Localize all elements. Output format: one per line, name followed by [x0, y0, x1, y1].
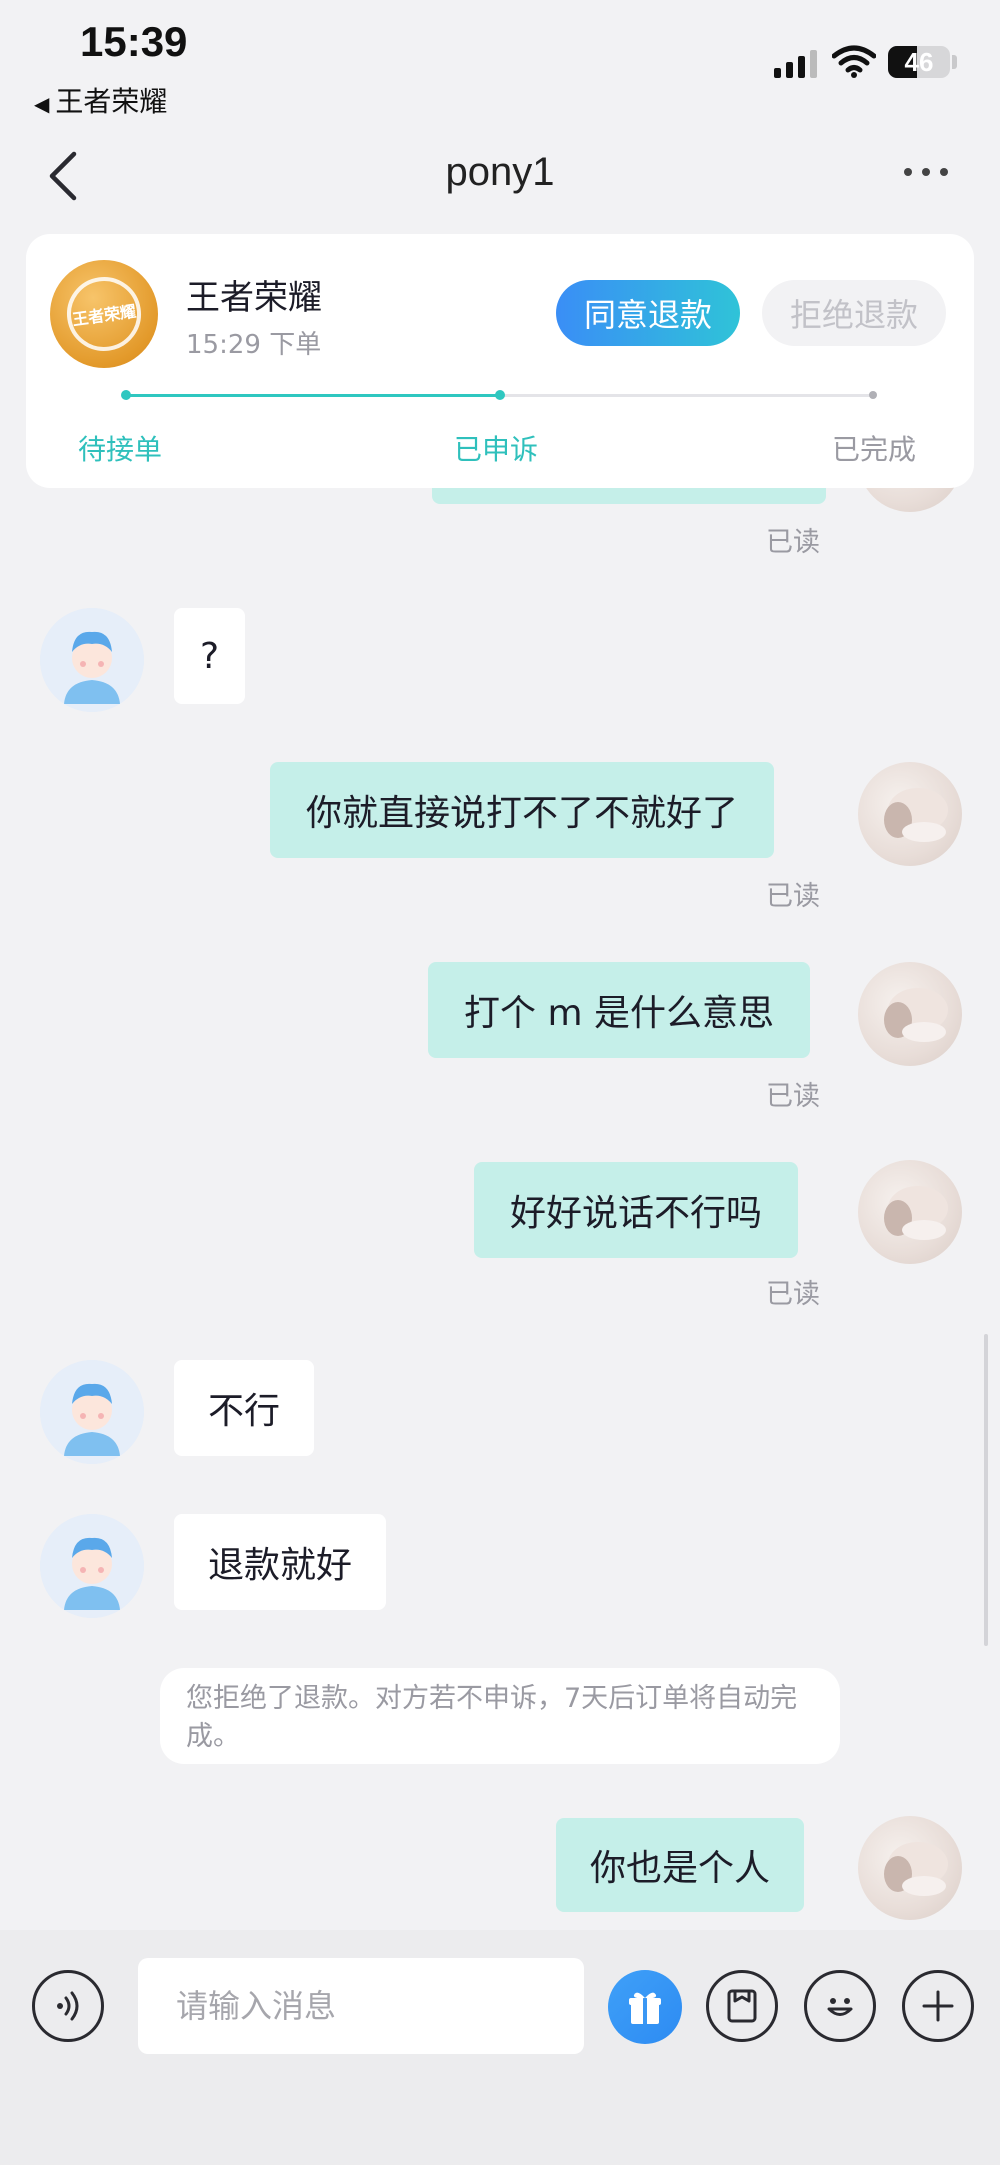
message-bubble[interactable]: 退款就好	[174, 1514, 387, 1610]
my-avatar[interactable]	[858, 762, 962, 866]
order-time: 15:29 下单	[186, 330, 322, 360]
wifi-icon	[832, 45, 876, 78]
progress-dot-step-1	[121, 390, 131, 400]
user-avatar[interactable]	[40, 1514, 144, 1618]
message-bubble[interactable]: 你也是个人	[556, 1818, 805, 1912]
message-bubble[interactable]: 打个 m 是什么意思	[428, 962, 810, 1058]
read-receipt: 已读	[766, 527, 820, 558]
message-bubble[interactable]: 不行	[174, 1360, 315, 1456]
chat-scrollbar[interactable]	[984, 1334, 988, 1646]
my-avatar[interactable]	[858, 962, 962, 1066]
cellular-signal-icon	[774, 48, 817, 78]
game-logo-emblem: 王者荣耀	[62, 272, 146, 356]
order-progress-fill	[126, 394, 500, 397]
game-name: 王者荣耀	[186, 278, 322, 318]
order-card: 王者荣耀 王者荣耀 15:29 下单 同意退款 拒绝退款 待接单 已申诉 已完成	[26, 234, 974, 488]
input-bar	[0, 1930, 1000, 2165]
status-bar: 15:39 ◀ 王者荣耀 46	[0, 0, 1000, 120]
step-label-pending: 待接单	[78, 433, 163, 466]
album-icon	[727, 1989, 757, 2023]
my-avatar[interactable]	[858, 1816, 962, 1920]
gift-icon	[629, 1992, 661, 2024]
user-avatar[interactable]	[40, 1360, 144, 1464]
emoji-icon	[827, 1998, 853, 2016]
game-logo: 王者荣耀	[50, 260, 158, 368]
agree-refund-button[interactable]: 同意退款	[556, 280, 740, 346]
status-time: 15:39	[80, 18, 188, 65]
album-button[interactable]	[706, 1970, 778, 2042]
progress-dot-step-3	[869, 391, 877, 399]
add-more-button[interactable]	[902, 1970, 974, 2042]
nav-bar: pony1	[0, 130, 1000, 220]
chat-title: pony1	[445, 150, 555, 194]
emoji-button[interactable]	[804, 1970, 876, 2042]
back-to-app-link[interactable]: ◀ 王者荣耀	[34, 80, 167, 120]
battery-percent: 46	[904, 46, 934, 77]
battery-cap	[952, 55, 957, 69]
message-bubble[interactable]: 好好说话不行吗	[474, 1162, 799, 1258]
more-options-icon[interactable]	[904, 168, 948, 176]
plus-icon	[922, 1990, 954, 2022]
battery-icon: 46	[888, 46, 950, 78]
voice-button[interactable]	[32, 1970, 104, 2042]
gift-button[interactable]	[608, 1970, 682, 2044]
progress-dot-step-2	[495, 390, 505, 400]
message-bubble[interactable]: ?	[174, 608, 246, 704]
back-app-label: 王者荣耀	[55, 85, 168, 118]
step-label-completed: 已完成	[832, 433, 917, 466]
refuse-refund-button[interactable]: 拒绝退款	[762, 280, 946, 346]
read-receipt: 已读	[766, 881, 820, 912]
read-receipt: 已读	[766, 1081, 820, 1112]
my-avatar[interactable]	[858, 1160, 962, 1264]
user-avatar[interactable]	[40, 608, 144, 712]
step-label-appealed: 已申诉	[454, 433, 539, 466]
voice-icon	[57, 1991, 79, 2021]
back-triangle-icon: ◀	[34, 92, 50, 116]
message-input[interactable]	[138, 1958, 584, 2054]
message-bubble[interactable]: 你就直接说打不了不就好了	[270, 762, 775, 858]
system-notice: 您拒绝了退款。对方若不申诉，7天后订单将自动完成。	[160, 1668, 840, 1764]
read-receipt: 已读	[766, 1279, 820, 1310]
